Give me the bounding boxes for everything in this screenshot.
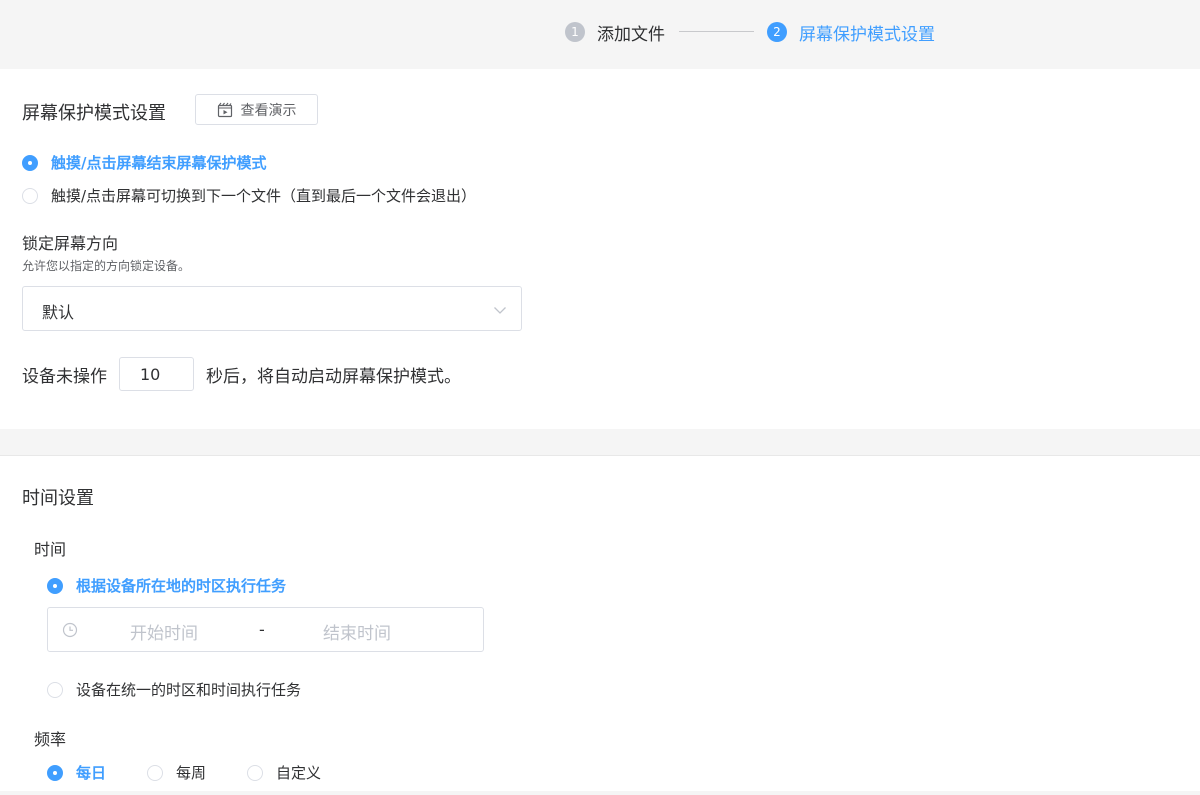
- range-separator: -: [259, 620, 265, 639]
- radio-label: 每日: [76, 764, 107, 782]
- frequency-option-daily[interactable]: 每日: [47, 762, 106, 783]
- time-range-picker[interactable]: 开始时间 - 结束时间: [47, 607, 484, 652]
- radio-button[interactable]: [47, 681, 63, 698]
- view-demo-button[interactable]: 查看演示: [195, 94, 318, 125]
- section-title: 屏幕保护模式设置: [22, 103, 166, 124]
- exit-option-next-file[interactable]: 触摸/点击屏幕可切换到下一个文件（直到最后一个文件会退出）: [22, 185, 476, 206]
- radio-label: 触摸/点击屏幕结束屏幕保护模式: [51, 154, 267, 172]
- radio-button[interactable]: [47, 577, 63, 594]
- frequency-option-weekly[interactable]: 每周: [147, 762, 206, 783]
- steps-header: 1 添加文件 2 屏幕保护模式设置: [0, 0, 1200, 69]
- radio-button[interactable]: [247, 764, 263, 781]
- radio-button[interactable]: [147, 764, 163, 781]
- step-label: 屏幕保护模式设置: [799, 24, 935, 45]
- idle-prefix: 设备未操作: [22, 366, 107, 387]
- chevron-down-icon: [493, 302, 507, 321]
- radio-button[interactable]: [22, 154, 38, 171]
- orientation-hint: 允许您以指定的方向锁定设备。: [22, 259, 191, 273]
- step-screensaver-settings: 2 屏幕保护模式设置: [767, 20, 935, 45]
- step-number: 2: [767, 22, 787, 42]
- orientation-select[interactable]: 默认: [22, 286, 522, 331]
- idle-timeout-row: 设备未操作 秒后，将自动启动屏幕保护模式。: [22, 357, 461, 391]
- radio-label: 自定义: [276, 764, 322, 782]
- step-add-file: 1 添加文件: [565, 20, 665, 45]
- time-settings-panel: 时间设置 时间 根据设备所在地的时区执行任务 开始时间 - 结束时间 设备在统一…: [0, 455, 1200, 791]
- end-time-input[interactable]: 结束时间: [323, 619, 391, 644]
- timezone-option-local[interactable]: 根据设备所在地的时区执行任务: [47, 575, 286, 596]
- start-time-input[interactable]: 开始时间: [130, 619, 198, 644]
- radio-button[interactable]: [47, 764, 63, 781]
- screensaver-panel: 屏幕保护模式设置 查看演示 触摸/点击屏幕结束屏幕保护模式 触摸/点击屏幕可切换…: [0, 69, 1200, 429]
- orientation-title: 锁定屏幕方向: [22, 234, 119, 253]
- timezone-option-unified[interactable]: 设备在统一的时区和时间执行任务: [47, 679, 301, 700]
- radio-label: 触摸/点击屏幕可切换到下一个文件（直到最后一个文件会退出）: [51, 187, 477, 205]
- view-demo-label: 查看演示: [240, 102, 297, 119]
- radio-label: 根据设备所在地的时区执行任务: [76, 577, 287, 595]
- clock-icon: [62, 622, 78, 642]
- idle-suffix: 秒后，将自动启动屏幕保护模式。: [206, 366, 461, 387]
- orientation-selected-value: 默认: [42, 303, 75, 322]
- video-icon: [217, 102, 241, 118]
- radio-label: 设备在统一的时区和时间执行任务: [76, 681, 302, 699]
- step-connector: [679, 31, 754, 32]
- time-settings-title: 时间设置: [22, 488, 94, 509]
- radio-button[interactable]: [22, 187, 38, 204]
- frequency-option-custom[interactable]: 自定义: [247, 762, 321, 783]
- exit-option-end-screensaver[interactable]: 触摸/点击屏幕结束屏幕保护模式: [22, 152, 266, 173]
- idle-seconds-input[interactable]: [119, 357, 194, 391]
- radio-label: 每周: [176, 764, 207, 782]
- step-label: 添加文件: [597, 24, 665, 45]
- frequency-label: 频率: [34, 730, 67, 749]
- step-number: 1: [565, 22, 585, 42]
- time-label: 时间: [34, 540, 67, 559]
